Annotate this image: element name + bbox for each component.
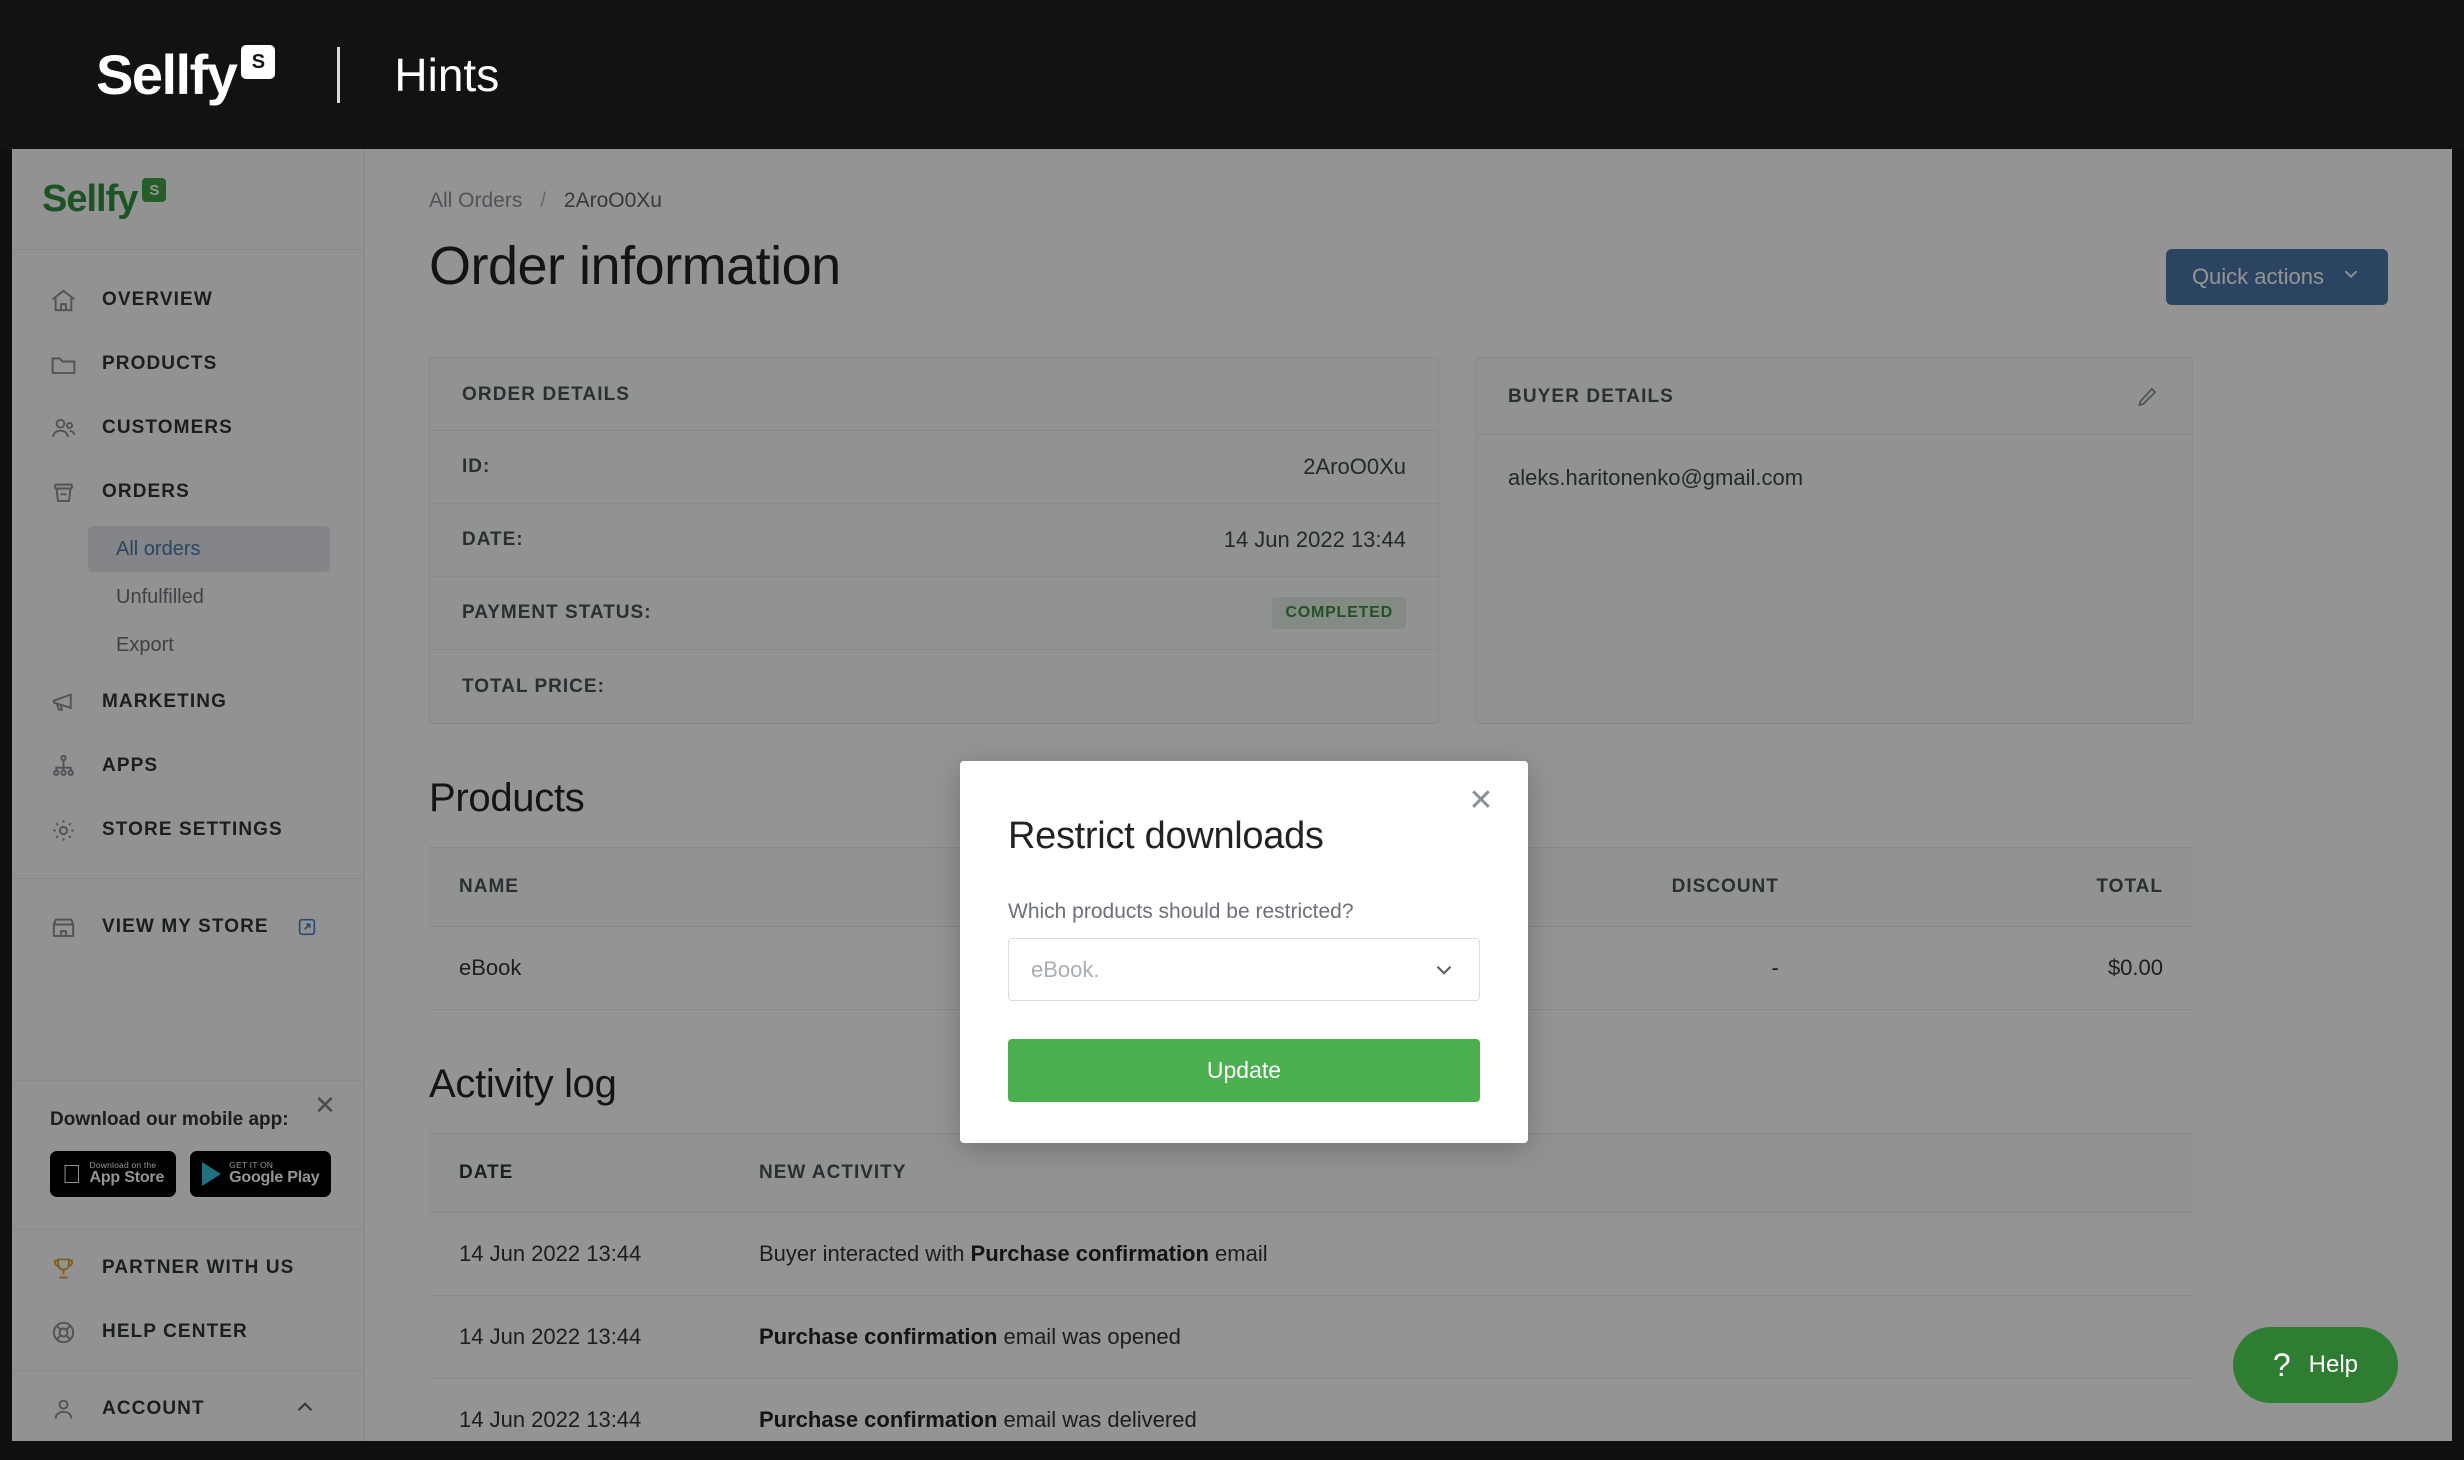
modal-title: Restrict downloads (1008, 815, 1324, 857)
question-mark-icon: ? (2272, 1347, 2291, 1383)
app-frame: Sellfy S Overview (12, 149, 2452, 1441)
hints-topbar: Sellfy S Hints (0, 0, 2464, 149)
restrict-downloads-modal: ✕ Restrict downloads Which products shou… (960, 761, 1528, 1143)
chevron-down-icon (1431, 957, 1457, 983)
screen: Sellfy S Hints Sellfy S Overview (0, 0, 2464, 1460)
help-button[interactable]: ? Help (2232, 1327, 2398, 1403)
help-button-label: Help (2308, 1351, 2358, 1378)
modal-field-label: Which products should be restricted? (1008, 900, 1354, 923)
topbar-divider (337, 46, 341, 103)
update-button[interactable]: Update (1008, 1039, 1480, 1102)
topbar-title: Hints (394, 48, 500, 101)
sellfy-logo[interactable]: Sellfy S (96, 42, 276, 106)
products-select-value: eBook. (1031, 956, 1100, 982)
close-icon[interactable]: ✕ (1464, 785, 1498, 819)
brand-badge-icon: S (241, 44, 276, 79)
products-select[interactable]: eBook. (1008, 938, 1480, 1001)
brand-wordmark: Sellfy (96, 42, 238, 106)
